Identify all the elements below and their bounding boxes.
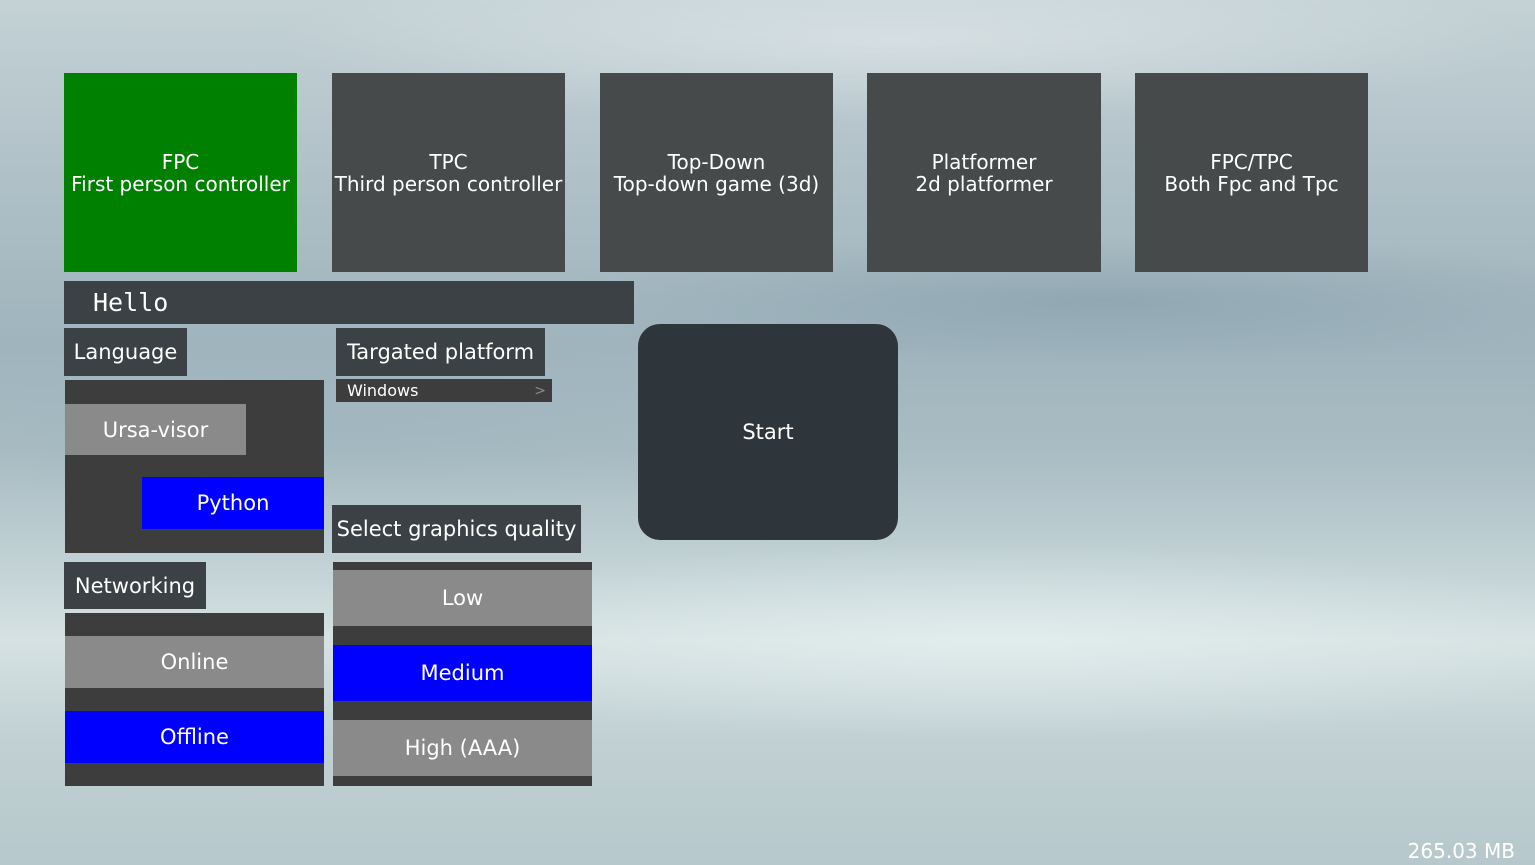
mode-card-title: FPC	[161, 149, 200, 174]
chevron-right-icon: >	[534, 382, 546, 399]
mode-card-subtitle: 2d platformer	[915, 171, 1053, 196]
mode-card-fpc-tpc[interactable]: FPC/TPC Both Fpc and Tpc	[1135, 73, 1368, 272]
network-option-offline[interactable]: Offline	[65, 711, 324, 763]
name-input[interactable]: Hello	[64, 281, 634, 324]
graphics-option-low[interactable]: Low	[333, 570, 592, 626]
mode-card-subtitle: Third person controller	[334, 171, 563, 196]
memory-usage: 265.03 MB	[1407, 839, 1515, 863]
start-button[interactable]: Start	[638, 324, 898, 540]
language-label: Language	[64, 328, 187, 376]
mode-card-title: TPC	[429, 149, 468, 174]
platform-selector[interactable]: Windows >	[336, 379, 552, 402]
mode-card-fpc[interactable]: FPC First person controller	[64, 73, 297, 272]
mode-card-subtitle: Both Fpc and Tpc	[1164, 171, 1339, 196]
mode-card-title: Top-Down	[667, 149, 766, 174]
mode-card-tpc[interactable]: TPC Third person controller	[332, 73, 565, 272]
graphics-option-high[interactable]: High (AAA)	[333, 720, 592, 776]
mode-card-title: FPC/TPC	[1210, 149, 1293, 174]
language-option-python[interactable]: Python	[142, 477, 324, 529]
language-option-ursa-visor[interactable]: Ursa-visor	[65, 404, 246, 455]
mode-card-subtitle: First person controller	[71, 171, 290, 196]
mode-card-subtitle: Top-down game (3d)	[613, 171, 820, 196]
network-option-online[interactable]: Online	[65, 636, 324, 688]
graphics-option-medium[interactable]: Medium	[333, 645, 592, 701]
mode-card-platformer[interactable]: Platformer 2d platformer	[867, 73, 1101, 272]
networking-label: Networking	[64, 562, 206, 609]
platform-label: Targated platform	[336, 328, 545, 376]
mode-card-title: Platformer	[931, 149, 1037, 174]
name-input-value: Hello	[93, 288, 169, 317]
mode-card-top-down[interactable]: Top-Down Top-down game (3d)	[600, 73, 833, 272]
start-button-label: Start	[742, 420, 794, 444]
platform-selected-value: Windows	[347, 381, 419, 400]
graphics-quality-label: Select graphics quality	[332, 505, 581, 553]
